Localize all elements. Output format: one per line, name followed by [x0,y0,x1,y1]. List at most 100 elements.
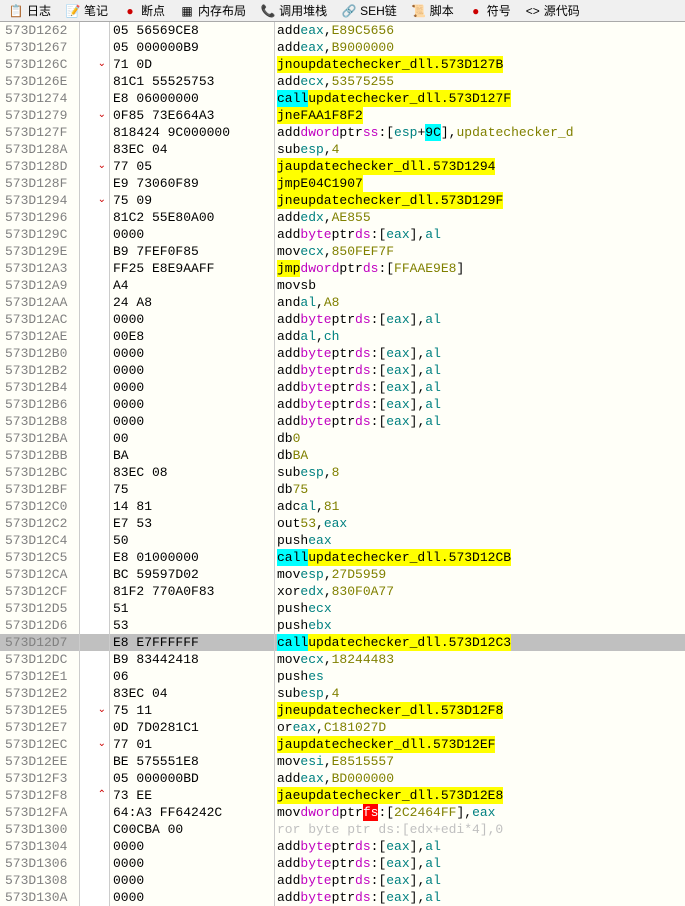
gutter-cell[interactable] [80,243,109,260]
asm-cell[interactable]: add ecx,53575255 [275,73,685,90]
address-cell[interactable]: 573D12AA [0,294,79,311]
address-cell[interactable]: 573D12BF [0,481,79,498]
address-cell[interactable]: 573D12BA [0,430,79,447]
bytes-cell[interactable]: E8 01000000 [110,549,274,566]
asm-cell[interactable]: push es [275,668,685,685]
gutter-cell[interactable] [80,345,109,362]
address-cell[interactable]: 573D12DC [0,651,79,668]
asm-cell[interactable]: push ecx [275,600,685,617]
asm-cell[interactable]: add byte ptr ds:[eax],al [275,379,685,396]
gutter-cell[interactable] [80,719,109,736]
gutter-cell[interactable] [80,39,109,56]
bytes-cell[interactable]: 818424 9C000000 [110,124,274,141]
gutter-cell[interactable] [80,379,109,396]
address-cell[interactable]: 573D12E5 [0,702,79,719]
gutter-cell[interactable] [80,685,109,702]
asm-cell[interactable]: db 75 [275,481,685,498]
bytes-cell[interactable]: E8 06000000 [110,90,274,107]
gutter-cell[interactable] [80,22,109,39]
bytes-cell[interactable]: E8 E7FFFFFF [110,634,274,651]
asm-cell[interactable]: add byte ptr ds:[eax],al [275,838,685,855]
asm-cell[interactable]: movsb [275,277,685,294]
gutter-cell[interactable] [80,90,109,107]
asm-cell[interactable]: mov dword ptr fs:[2C2464FF],eax [275,804,685,821]
bytes-cell[interactable]: 77 01 [110,736,274,753]
gutter-cell[interactable]: ⌃ [80,787,109,804]
bytes-cell[interactable]: 0000 [110,311,274,328]
gutter-cell[interactable] [80,770,109,787]
asm-cell[interactable]: mov esi,E8515557 [275,753,685,770]
bytes-cell[interactable]: 00 [110,430,274,447]
bytes-cell[interactable]: 0D 7D0281C1 [110,719,274,736]
bytes-cell[interactable]: 75 11 [110,702,274,719]
bytes-cell[interactable]: 0000 [110,396,274,413]
address-cell[interactable]: 573D12C5 [0,549,79,566]
disassembly-view[interactable]: 573D1262573D1267573D126C573D126E573D1274… [0,22,685,906]
bytes-cell[interactable]: 83EC 04 [110,685,274,702]
gutter-cell[interactable] [80,583,109,600]
bytes-cell[interactable]: 0000 [110,855,274,872]
bytes-cell[interactable]: 24 A8 [110,294,274,311]
address-cell[interactable]: 573D12D6 [0,617,79,634]
gutter-cell[interactable] [80,73,109,90]
gutter-cell[interactable] [80,617,109,634]
address-cell[interactable]: 573D1294 [0,192,79,209]
address-cell[interactable]: 573D12FA [0,804,79,821]
gutter-cell[interactable] [80,889,109,906]
bytes-cell[interactable]: 00E8 [110,328,274,345]
address-cell[interactable]: 573D1306 [0,855,79,872]
bytes-cell[interactable]: A4 [110,277,274,294]
bytes-cell[interactable]: 14 81 [110,498,274,515]
asm-cell[interactable]: call updatechecker_dll.573D12C3 [275,634,685,651]
gutter-cell[interactable] [80,855,109,872]
gutter-cell[interactable] [80,498,109,515]
asm-cell[interactable]: xor edx,830F0A77 [275,583,685,600]
bytes-cell[interactable]: FF25 E8E9AAFF [110,260,274,277]
gutter-cell[interactable] [80,804,109,821]
address-cell[interactable]: 573D127F [0,124,79,141]
gutter-cell[interactable] [80,651,109,668]
asm-cell[interactable]: jne FAA1F8F2 [275,107,685,124]
bytes-cell[interactable]: 75 09 [110,192,274,209]
address-cell[interactable]: 573D1296 [0,209,79,226]
asm-cell[interactable]: sub esp,4 [275,685,685,702]
address-cell[interactable]: 573D12E7 [0,719,79,736]
gutter-cell[interactable] [80,141,109,158]
address-cell[interactable]: 573D12F8 [0,787,79,804]
bytes-cell[interactable]: 50 [110,532,274,549]
address-cell[interactable]: 573D12EC [0,736,79,753]
bytes-cell[interactable]: 51 [110,600,274,617]
address-cell[interactable]: 573D1300 [0,821,79,838]
address-cell[interactable]: 573D12C0 [0,498,79,515]
tab-callstack[interactable]: 📞调用堆栈 [254,0,333,21]
bytes-cell[interactable]: 64:A3 FF64242C [110,804,274,821]
bytes-cell[interactable]: 0000 [110,872,274,889]
asm-cell[interactable]: add byte ptr ds:[eax],al [275,311,685,328]
address-cell[interactable]: 573D129E [0,243,79,260]
gutter-cell[interactable] [80,464,109,481]
gutter-cell[interactable] [80,600,109,617]
bytes-cell[interactable]: 0000 [110,889,274,906]
tab-breakpoints[interactable]: ●断点 [116,0,171,21]
address-cell[interactable]: 573D12CF [0,583,79,600]
gutter-cell[interactable] [80,838,109,855]
gutter-cell[interactable] [80,430,109,447]
gutter-cell[interactable] [80,226,109,243]
asm-cell[interactable]: add byte ptr ds:[eax],al [275,872,685,889]
asm-cell[interactable]: call updatechecker_dll.573D12CB [275,549,685,566]
asm-cell[interactable]: mov ecx,18244483 [275,651,685,668]
asm-cell[interactable]: add byte ptr ds:[eax],al [275,362,685,379]
bytes-cell[interactable]: 81F2 770A0F83 [110,583,274,600]
gutter-cell[interactable] [80,481,109,498]
bytes-cell[interactable]: 81C1 55525753 [110,73,274,90]
address-cell[interactable]: 573D12AC [0,311,79,328]
gutter-cell[interactable] [80,872,109,889]
asm-cell[interactable]: mov esp,27D5959 [275,566,685,583]
bytes-cell[interactable]: 0000 [110,226,274,243]
asm-cell[interactable]: add byte ptr ds:[eax],al [275,413,685,430]
asm-cell[interactable]: ja updatechecker_dll.573D1294 [275,158,685,175]
gutter-cell[interactable]: ⌄ [80,736,109,753]
bytes-cell[interactable]: 77 05 [110,158,274,175]
bytes-cell[interactable]: 75 [110,481,274,498]
asm-cell[interactable]: out 53,eax [275,515,685,532]
